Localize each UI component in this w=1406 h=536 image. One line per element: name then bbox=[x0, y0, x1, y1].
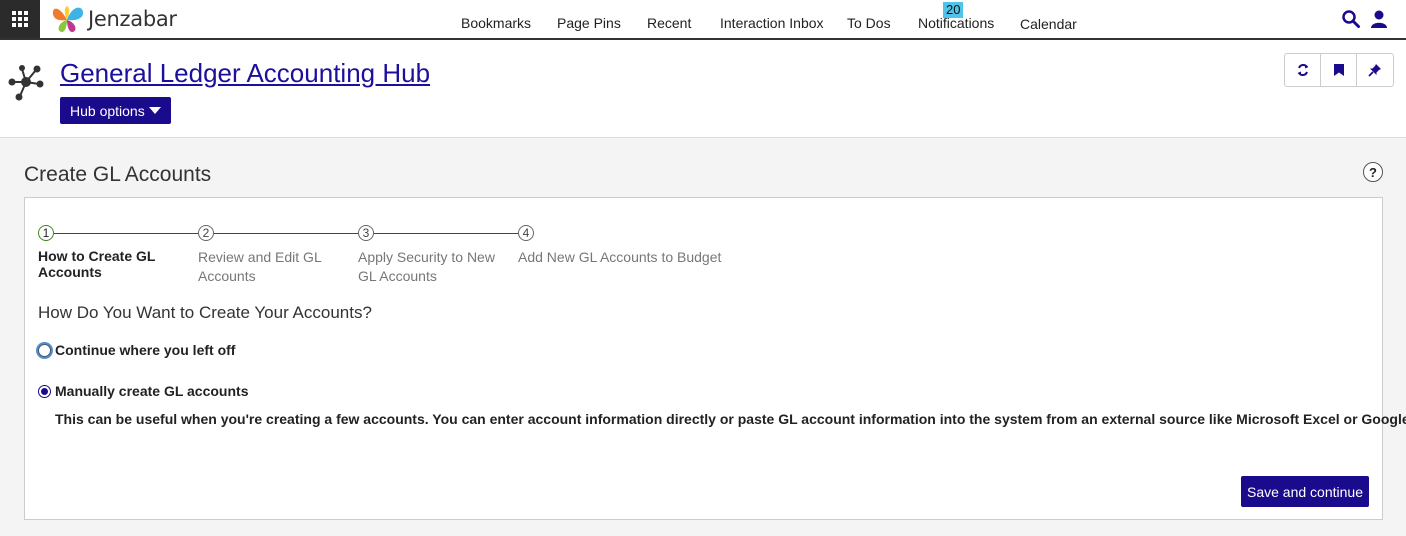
help-button[interactable]: ? bbox=[1363, 162, 1383, 182]
main-nav: Bookmarks Page Pins Recent Interaction I… bbox=[0, 0, 1406, 38]
caret-down-icon bbox=[148, 107, 161, 114]
nav-recent[interactable]: Recent bbox=[647, 15, 691, 31]
nav-calendar[interactable]: Calendar bbox=[1020, 16, 1077, 32]
continue-radio-label: Continue where you left off bbox=[55, 342, 236, 358]
nav-bookmarks[interactable]: Bookmarks bbox=[461, 15, 531, 31]
manual-radio-label: Manually create GL accounts bbox=[55, 383, 249, 399]
user-icon[interactable] bbox=[1369, 9, 1389, 29]
step-3-label[interactable]: Apply Security to New GL Accounts bbox=[358, 248, 498, 286]
hub-title-link[interactable]: General Ledger Accounting Hub bbox=[60, 58, 430, 89]
top-navigation-bar: Jenzabar Bookmarks Page Pins Recent Inte… bbox=[0, 0, 1406, 40]
step-connector bbox=[54, 233, 198, 234]
continue-radio[interactable] bbox=[38, 343, 51, 357]
page-pin-button[interactable] bbox=[1357, 54, 1393, 86]
refresh-button[interactable] bbox=[1285, 54, 1321, 86]
hub-toolbar bbox=[1284, 53, 1394, 87]
manual-option-description: This can be useful when you're creating … bbox=[55, 411, 1406, 427]
search-icon[interactable] bbox=[1341, 9, 1361, 29]
hub-network-icon bbox=[8, 65, 44, 101]
step-4-label[interactable]: Add New GL Accounts to Budget bbox=[518, 248, 728, 267]
save-and-continue-button[interactable]: Save and continue bbox=[1241, 476, 1369, 507]
step-connector bbox=[374, 233, 518, 234]
nav-page-pins[interactable]: Page Pins bbox=[557, 15, 621, 31]
hub-options-label: Hub options bbox=[70, 102, 145, 119]
step-3-indicator[interactable]: 3 bbox=[358, 225, 374, 241]
step-2-indicator[interactable]: 2 bbox=[198, 225, 214, 241]
option-continue[interactable]: Continue where you left off bbox=[38, 342, 235, 358]
step-2-label[interactable]: Review and Edit GL Accounts bbox=[198, 248, 328, 286]
step-1-label[interactable]: How to Create GL Accounts bbox=[38, 248, 163, 280]
nav-interaction-inbox[interactable]: Interaction Inbox bbox=[720, 15, 824, 31]
bookmark-button[interactable] bbox=[1321, 54, 1357, 86]
create-gl-accounts-card: 1 2 3 4 How to Create GL Accounts Review… bbox=[24, 197, 1406, 520]
nav-notifications[interactable]: Notifications bbox=[918, 15, 994, 31]
pin-icon bbox=[1368, 64, 1381, 77]
hub-options-button[interactable]: Hub options bbox=[60, 97, 171, 124]
wizard-stepper: 1 2 3 4 How to Create GL Accounts Review… bbox=[38, 223, 738, 293]
step-4-indicator[interactable]: 4 bbox=[518, 225, 534, 241]
create-method-question: How Do You Want to Create Your Accounts? bbox=[38, 303, 372, 322]
option-manual[interactable]: Manually create GL accounts bbox=[38, 383, 248, 399]
bookmark-icon bbox=[1333, 64, 1344, 76]
step-connector bbox=[214, 233, 358, 234]
step-1-indicator[interactable]: 1 bbox=[38, 225, 54, 241]
page-title: Create GL Accounts bbox=[24, 163, 212, 186]
refresh-icon bbox=[1297, 64, 1308, 76]
nav-to-dos[interactable]: To Dos bbox=[847, 15, 891, 31]
manual-radio[interactable] bbox=[38, 384, 51, 398]
hub-header: General Ledger Accounting Hub Hub option… bbox=[0, 40, 1406, 138]
